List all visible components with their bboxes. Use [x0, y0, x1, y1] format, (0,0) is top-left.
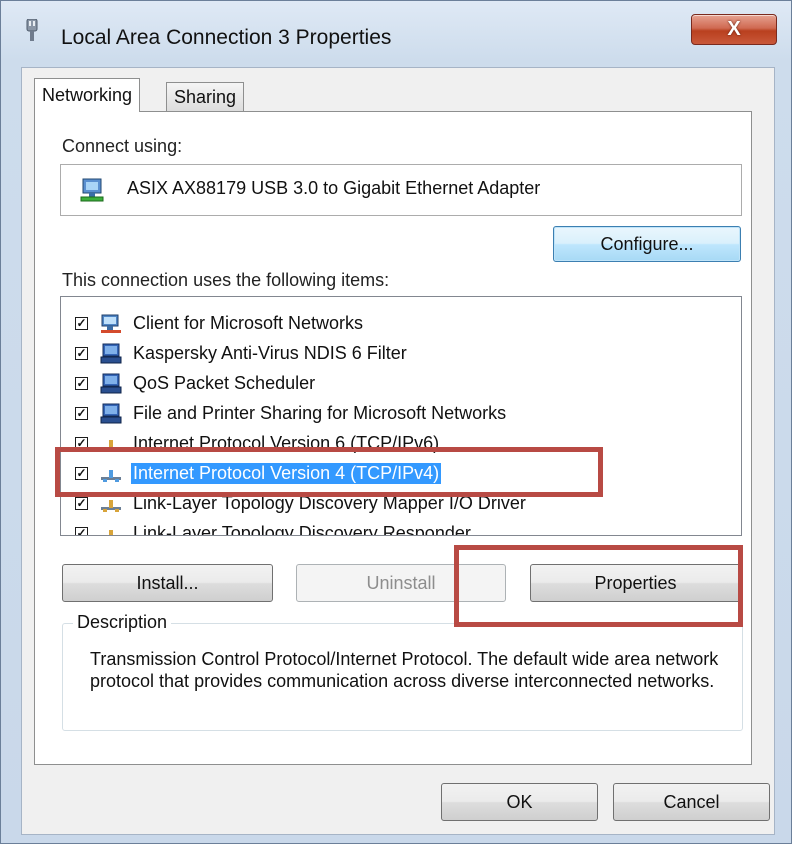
list-item-lltd-responder[interactable]: ✓ Link-Layer Topology Discovery Responde… — [61, 519, 741, 536]
ok-button-label: OK — [506, 791, 533, 812]
checkbox[interactable]: ✓ — [75, 527, 88, 535]
list-item-ipv6[interactable]: ✓ Internet Protocol Version 6 (TCP/IPv6) — [61, 429, 741, 459]
checkbox[interactable]: ✓ — [75, 377, 88, 390]
description-title: Description — [73, 612, 172, 633]
list-item-kaspersky-filter[interactable]: ✓ Kaspersky Anti-Virus NDIS 6 Filter — [61, 339, 741, 369]
tab-networking-label: Networking — [42, 85, 133, 105]
connect-using-label: Connect using: — [62, 136, 183, 156]
protocol-icon — [101, 500, 121, 512]
list-item-client-for-microsoft-networks[interactable]: ✓ Client for Microsoft Networks — [61, 309, 741, 339]
checkbox[interactable]: ✓ — [75, 497, 88, 510]
close-button[interactable]: X — [691, 14, 777, 45]
service-icon — [100, 373, 122, 394]
checkbox[interactable]: ✓ — [75, 467, 88, 480]
item-label: Kaspersky Anti-Virus NDIS 6 Filter — [133, 343, 407, 363]
item-label: File and Printer Sharing for Microsoft N… — [133, 403, 507, 423]
cancel-button[interactable]: Cancel — [613, 783, 770, 821]
uninstall-button-label: Uninstall — [366, 572, 436, 593]
tab-sharing-label: Sharing — [174, 87, 237, 107]
service-icon — [100, 403, 122, 424]
properties-button-label: Properties — [594, 572, 677, 593]
list-item-ipv4[interactable]: ✓ Internet Protocol Version 4 (TCP/IPv4) — [61, 459, 741, 489]
tab-sharing[interactable]: Sharing — [166, 82, 245, 112]
service-icon — [100, 343, 122, 364]
properties-button[interactable]: Properties — [530, 564, 741, 602]
configure-button-label: Configure... — [600, 233, 694, 254]
item-label: Client for Microsoft Networks — [133, 313, 364, 333]
protocol-icon — [101, 470, 121, 482]
description-group: Description Transmission Control Protoco… — [62, 612, 743, 731]
adapter-display: ASIX AX88179 USB 3.0 to Gigabit Ethernet… — [60, 164, 742, 216]
list-item-qos-packet-scheduler[interactable]: ✓ QoS Packet Scheduler — [61, 369, 741, 399]
item-label: Internet Protocol Version 6 (TCP/IPv6) — [133, 433, 440, 453]
network-plug-icon — [26, 19, 38, 41]
close-icon: X — [727, 18, 741, 40]
uninstall-button[interactable]: Uninstall — [296, 564, 506, 602]
items-list[interactable]: ✓ Client for Microsoft Networks ✓ Kasper… — [60, 296, 742, 536]
tab-networking[interactable]: Networking — [34, 78, 141, 112]
list-item-file-printer-sharing[interactable]: ✓ File and Printer Sharing for Microsoft… — [61, 399, 741, 429]
checkbox[interactable]: ✓ — [75, 347, 88, 360]
item-label-selected: Internet Protocol Version 4 (TCP/IPv4) — [131, 463, 442, 484]
item-label: Link-Layer Topology Discovery Mapper I/O… — [133, 493, 526, 513]
title-bar[interactable]: Local Area Connection 3 Properties X — [1, 1, 792, 61]
ok-button[interactable]: OK — [441, 783, 598, 821]
adapter-name: ASIX AX88179 USB 3.0 to Gigabit Ethernet… — [127, 178, 541, 198]
item-label: Link-Layer Topology Discovery Responder — [133, 523, 471, 536]
cancel-button-label: Cancel — [663, 791, 720, 812]
items-label: This connection uses the following items… — [62, 270, 390, 290]
panel-content: Connect using: ASIX AX88179 USB 3.0 to G… — [33, 110, 751, 764]
description-text: Transmission Control Protocol/Internet P… — [90, 649, 719, 691]
install-button-label: Install... — [136, 572, 199, 593]
network-adapter-icon — [80, 178, 104, 202]
window-title: Local Area Connection 3 Properties — [61, 26, 392, 49]
checkbox[interactable]: ✓ — [75, 317, 88, 330]
properties-dialog: Local Area Connection 3 Properties X Net… — [0, 0, 792, 844]
checkbox[interactable]: ✓ — [75, 437, 88, 450]
protocol-icon — [109, 530, 113, 535]
item-label: QoS Packet Scheduler — [133, 373, 316, 393]
checkbox[interactable]: ✓ — [75, 407, 88, 420]
list-item-lltd-mapper[interactable]: ✓ Link-Layer Topology Discovery Mapper I… — [61, 489, 741, 519]
protocol-icon — [101, 440, 121, 452]
configure-button[interactable]: Configure... — [553, 226, 741, 262]
client-network-icon — [101, 314, 121, 333]
install-button[interactable]: Install... — [62, 564, 273, 602]
